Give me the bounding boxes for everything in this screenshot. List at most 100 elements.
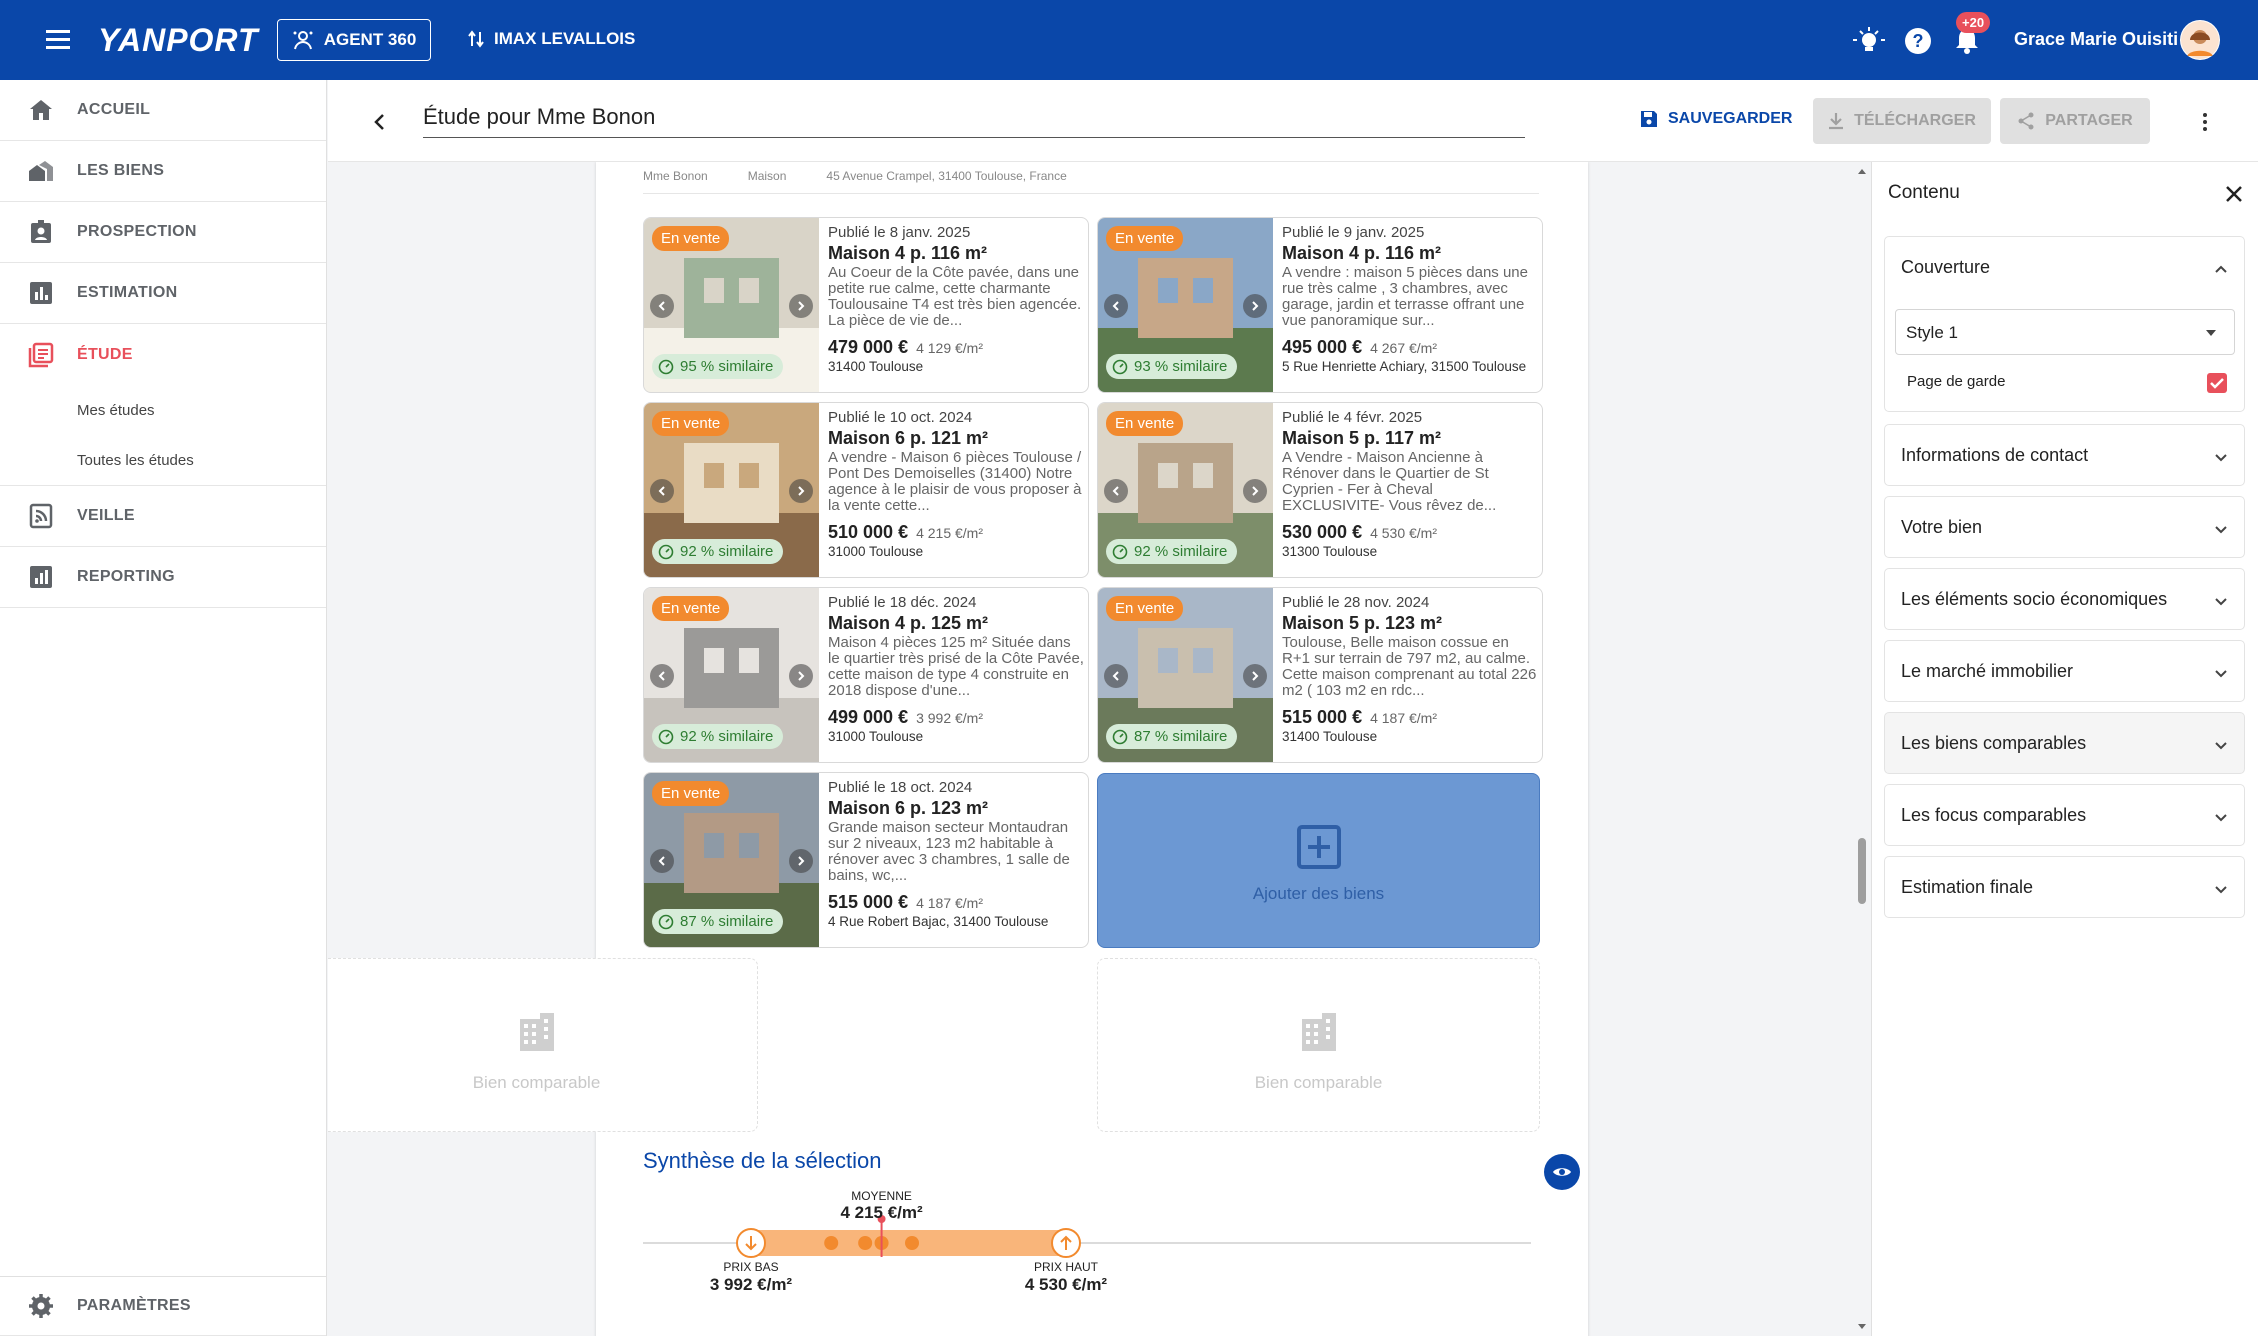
sidebar-item-reporting[interactable]: REPORTING bbox=[0, 547, 326, 608]
property-photo[interactable]: En vente 92 % similaire bbox=[1098, 403, 1273, 577]
property-description: A vendre - Maison 6 pièces Toulouse / Po… bbox=[828, 450, 1082, 514]
lightbulb-icon[interactable] bbox=[1852, 24, 1886, 58]
comparable-card[interactable]: En vente 95 % similaire Publié le 8 janv… bbox=[643, 217, 1089, 393]
scrollbar-thumb[interactable] bbox=[1858, 838, 1866, 904]
agent-360-label: AGENT 360 bbox=[323, 30, 417, 49]
property-photo[interactable]: En vente 87 % similaire bbox=[644, 773, 819, 947]
sidebar-item-prospection[interactable]: PROSPECTION bbox=[0, 202, 326, 263]
accordion-couverture[interactable]: Couverture Style 1 Page de garde bbox=[1884, 236, 2245, 412]
chevron-down-icon[interactable] bbox=[2211, 735, 2231, 755]
help-icon[interactable]: ? bbox=[1901, 24, 1935, 58]
property-price: 530 000 € bbox=[1282, 522, 1363, 542]
similarity-label: 92 % similaire bbox=[1134, 543, 1228, 560]
comparable-card[interactable]: En vente 87 % similaire Publié le 28 nov… bbox=[1097, 587, 1543, 763]
sidebar-subitem-toutes-etudes[interactable]: Toutes les études bbox=[0, 435, 326, 485]
comparable-card[interactable]: En vente 92 % similaire Publié le 10 oct… bbox=[643, 402, 1089, 578]
sidebar-item-les-biens[interactable]: LES BIENS bbox=[0, 141, 326, 202]
agency-switch[interactable]: IMAX LEVALLOIS bbox=[468, 29, 635, 49]
property-photo[interactable]: En vente 95 % similaire bbox=[644, 218, 819, 392]
strip-client: Mme Bonon bbox=[643, 169, 708, 183]
comparable-card[interactable]: En vente 92 % similaire Publié le 18 déc… bbox=[643, 587, 1089, 763]
chevron-down-icon[interactable] bbox=[2211, 519, 2231, 539]
placeholder-card: Bien comparable bbox=[328, 958, 758, 1132]
comparable-card[interactable]: En vente 87 % similaire Publié le 18 oct… bbox=[643, 772, 1089, 948]
sidebar-item-veille[interactable]: VEILLE bbox=[0, 486, 326, 547]
style-select[interactable]: Style 1 bbox=[1895, 309, 2235, 355]
price-per-m2: 4 215 €/m² bbox=[916, 525, 984, 541]
scrollbar-track[interactable] bbox=[1856, 162, 1868, 1336]
prev-photo-button[interactable] bbox=[1104, 664, 1128, 688]
save-button[interactable]: SAUVEGARDER bbox=[1640, 110, 1792, 128]
menu-icon[interactable] bbox=[44, 26, 76, 54]
chevron-up-icon[interactable] bbox=[2211, 259, 2231, 279]
chevron-down-icon[interactable] bbox=[2211, 663, 2231, 683]
chevron-down-icon[interactable] bbox=[2211, 807, 2231, 827]
chevron-down-icon[interactable] bbox=[2211, 447, 2231, 467]
property-address: 5 Rue Henriette Achiary, 31500 Toulouse bbox=[1282, 359, 1527, 374]
price-row: 510 000 € 4 215 €/m² bbox=[828, 522, 1084, 543]
add-properties-card[interactable]: Ajouter des biens bbox=[1097, 773, 1540, 948]
accordion-section[interactable]: Informations de contact bbox=[1884, 424, 2245, 486]
next-photo-button[interactable] bbox=[789, 849, 813, 873]
sidebar-item-etude[interactable]: ÉTUDE bbox=[0, 324, 326, 385]
sidebar-subitem-mes-etudes[interactable]: Mes études bbox=[0, 385, 326, 435]
prev-photo-button[interactable] bbox=[650, 664, 674, 688]
next-photo-button[interactable] bbox=[789, 479, 813, 503]
next-photo-button[interactable] bbox=[1243, 664, 1267, 688]
agent-360-button[interactable]: AGENT 360 bbox=[277, 19, 431, 61]
strip-address: 45 Avenue Crampel, 31400 Toulouse, Franc… bbox=[826, 169, 1067, 183]
similarity-gauge-icon bbox=[1112, 544, 1128, 559]
similarity-label: 92 % similaire bbox=[680, 728, 774, 745]
accordion-section[interactable]: Le marché immobilier bbox=[1884, 640, 2245, 702]
property-photo[interactable]: En vente 93 % similaire bbox=[1098, 218, 1273, 392]
back-arrow-icon[interactable] bbox=[368, 110, 392, 134]
scroll-up-icon[interactable] bbox=[1856, 166, 1868, 176]
property-photo[interactable]: En vente 92 % similaire bbox=[644, 403, 819, 577]
next-photo-button[interactable] bbox=[789, 664, 813, 688]
property-photo[interactable]: En vente 92 % similaire bbox=[644, 588, 819, 762]
accordion-section[interactable]: Estimation finale bbox=[1884, 856, 2245, 918]
share-button[interactable]: PARTAGER bbox=[2000, 98, 2150, 144]
next-photo-button[interactable] bbox=[1243, 479, 1267, 503]
more-vert-icon[interactable] bbox=[2193, 110, 2217, 134]
prev-photo-button[interactable] bbox=[1104, 479, 1128, 503]
chevron-left-icon bbox=[658, 671, 665, 681]
sidebar-item-estimation[interactable]: ESTIMATION bbox=[0, 263, 326, 324]
comparable-card[interactable]: En vente 92 % similaire Publié le 4 févr… bbox=[1097, 402, 1543, 578]
download-icon bbox=[1829, 113, 1844, 130]
study-title-input[interactable]: Étude pour Mme Bonon bbox=[423, 102, 1525, 138]
app-logo[interactable]: YANPORT bbox=[98, 22, 259, 59]
user-name[interactable]: Grace Marie Ouisiti bbox=[2014, 29, 2178, 50]
similarity-label: 93 % similaire bbox=[1134, 358, 1228, 375]
accordion-section[interactable]: Les focus comparables bbox=[1884, 784, 2245, 846]
accordion-section[interactable]: Les éléments socio économiques bbox=[1884, 568, 2245, 630]
close-icon[interactable] bbox=[2222, 182, 2246, 206]
avatar[interactable] bbox=[2180, 20, 2220, 60]
chevron-down-icon[interactable] bbox=[2211, 591, 2231, 611]
chevron-right-icon bbox=[798, 671, 805, 681]
similarity-badge: 87 % similaire bbox=[1106, 724, 1238, 749]
comparable-card[interactable]: En vente 93 % similaire Publié le 9 janv… bbox=[1097, 217, 1543, 393]
chevron-right-icon bbox=[1252, 671, 1259, 681]
sidebar-item-accueil[interactable]: ACCUEIL bbox=[0, 80, 326, 141]
prev-photo-button[interactable] bbox=[1104, 294, 1128, 318]
sidebar-item-parametres[interactable]: PARAMÈTRES bbox=[0, 1276, 326, 1336]
chevron-left-icon bbox=[658, 486, 665, 496]
next-photo-button[interactable] bbox=[789, 294, 813, 318]
low-price-value: 3 992 €/m² bbox=[710, 1275, 793, 1294]
prev-photo-button[interactable] bbox=[650, 294, 674, 318]
placeholder-card: Bien comparable bbox=[1097, 958, 1540, 1132]
next-photo-button[interactable] bbox=[1243, 294, 1267, 318]
prev-photo-button[interactable] bbox=[650, 479, 674, 503]
cover-page-checkbox[interactable] bbox=[2207, 373, 2227, 393]
chevron-left-icon bbox=[1112, 671, 1119, 681]
prev-photo-button[interactable] bbox=[650, 849, 674, 873]
download-button[interactable]: TÉLÉCHARGER bbox=[1813, 98, 1991, 144]
chevron-down-icon[interactable] bbox=[2211, 879, 2231, 899]
accordion-section[interactable]: Votre bien bbox=[1884, 496, 2245, 558]
status-badge: En vente bbox=[1106, 226, 1184, 251]
scroll-down-icon[interactable] bbox=[1856, 1322, 1868, 1332]
property-photo[interactable]: En vente 87 % similaire bbox=[1098, 588, 1273, 762]
similarity-badge: 92 % similaire bbox=[1106, 539, 1238, 564]
accordion-section[interactable]: Les biens comparables bbox=[1884, 712, 2245, 774]
